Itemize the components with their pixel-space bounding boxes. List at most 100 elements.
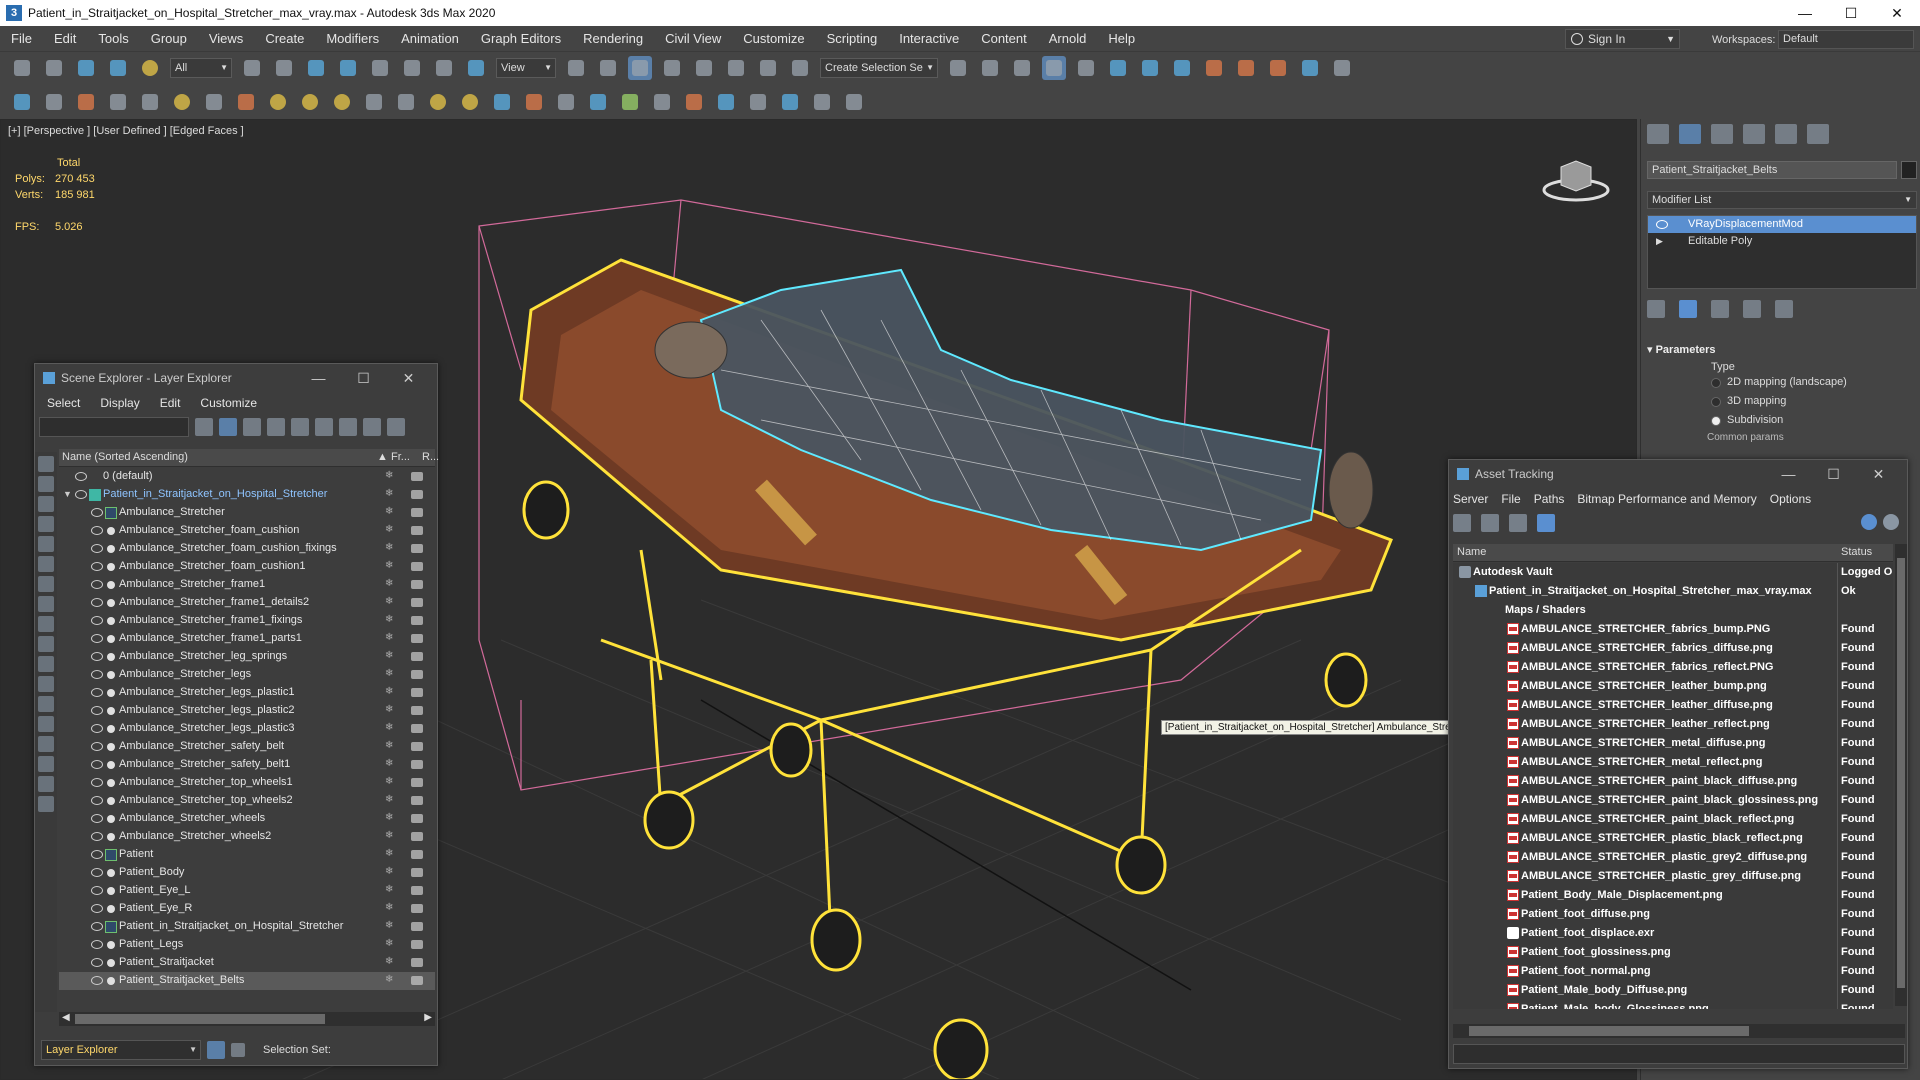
visibility-eye-icon[interactable] (91, 958, 103, 967)
maximize-button[interactable]: ☐ (1828, 0, 1874, 26)
scene-explorer-row[interactable]: Ambulance_Stretcher_top_wheels1 ❄ (59, 774, 435, 792)
scene-explorer-row[interactable]: Ambulance_Stretcher_safety_belt1 ❄ (59, 756, 435, 774)
select-by-name-icon[interactable] (272, 56, 296, 80)
asset-row[interactable]: Patient_foot_diffuse.png Found (1453, 905, 1893, 924)
scene-explorer-row[interactable]: Ambulance_Stretcher_legs_plastic1 ❄ (59, 684, 435, 702)
render-teapot-icon[interactable] (411, 832, 423, 841)
display-invert-icon[interactable] (38, 736, 54, 752)
visibility-eye-icon[interactable] (91, 778, 103, 787)
expand-arrow-icon[interactable]: ▶ (1656, 233, 1663, 250)
asset-tracking-minimize-button[interactable]: — (1766, 460, 1811, 488)
menu-scripting[interactable]: Scripting (816, 31, 889, 46)
refresh-icon[interactable] (1453, 514, 1471, 532)
display-helpers-icon[interactable] (38, 536, 54, 552)
help-icon[interactable] (1861, 514, 1877, 530)
render-teapot-icon[interactable] (411, 508, 423, 517)
asset-row[interactable]: AMBULANCE_STRETCHER_paint_black_diffuse.… (1453, 772, 1893, 791)
vray-ambient-light-icon[interactable] (234, 90, 258, 114)
visibility-eye-icon[interactable] (91, 814, 103, 823)
asset-row[interactable]: Patient_Male_body_Diffuse.png Found (1453, 981, 1893, 1000)
freeze-icon[interactable]: ❄ (385, 831, 395, 841)
thumbnail-view-icon[interactable] (1509, 514, 1527, 532)
settings-icon[interactable] (387, 418, 405, 436)
clear-search-icon[interactable] (195, 418, 213, 436)
sort-by-layer-icon[interactable] (207, 1041, 225, 1059)
freeze-icon[interactable]: ❄ (385, 957, 395, 967)
render-teapot-icon[interactable] (411, 958, 423, 967)
asset-tracking-hscrollbar[interactable] (1453, 1024, 1905, 1038)
render-teapot-icon[interactable] (411, 850, 423, 859)
collapse-arrow-icon[interactable]: ▼ (63, 489, 72, 499)
scene-explorer-search-input[interactable] (39, 417, 189, 437)
link-icon[interactable] (74, 56, 98, 80)
scene-explorer-row[interactable]: Ambulance_Stretcher_frame1 ❄ (59, 576, 435, 594)
freeze-icon[interactable]: ❄ (385, 849, 395, 859)
vray-bitmap-converter-icon[interactable] (746, 90, 770, 114)
pivot-center-icon[interactable] (564, 56, 588, 80)
visibility-eye-icon[interactable] (91, 886, 103, 895)
scene-explorer-row[interactable]: Patient ❄ (59, 846, 435, 864)
vray-scene-converter-icon[interactable] (714, 90, 738, 114)
scene-explorer-row[interactable]: Patient_in_Straitjacket_on_Hospital_Stre… (59, 918, 435, 936)
scene-explorer-row[interactable]: Ambulance_Stretcher_leg_springs ❄ (59, 648, 435, 666)
visibility-eye-icon[interactable] (75, 472, 87, 481)
vray-proxy-icon[interactable] (522, 90, 546, 114)
scene-explorer-close-button[interactable]: ✕ (386, 364, 431, 392)
mirror-icon[interactable] (946, 56, 970, 80)
keyboard-shortcut-override-icon[interactable] (628, 56, 652, 80)
display-none-icon[interactable] (38, 716, 54, 732)
rectangular-selection-icon[interactable] (304, 56, 328, 80)
scene-explorer-row[interactable]: Ambulance_Stretcher_foam_cushion1 ❄ (59, 558, 435, 576)
scene-explorer-row[interactable]: Patient_Eye_R ❄ (59, 900, 435, 918)
create-layer-icon[interactable] (267, 418, 285, 436)
lock-icon[interactable] (243, 418, 261, 436)
menu-modifiers[interactable]: Modifiers (315, 31, 390, 46)
explorer-type-select[interactable]: Layer Explorer ▼ (41, 1040, 201, 1060)
freeze-icon[interactable]: ❄ (385, 597, 395, 607)
render-teapot-icon[interactable] (411, 526, 423, 535)
visibility-eye-icon[interactable] (91, 634, 103, 643)
visibility-eye-icon[interactable] (91, 850, 103, 859)
menu-help[interactable]: Help (1097, 31, 1146, 46)
object-name-field[interactable]: Patient_Straitjacket_Belts (1647, 161, 1897, 179)
render-teapot-icon[interactable] (411, 580, 423, 589)
asset-row[interactable]: AMBULANCE_STRETCHER_paint_black_reflect.… (1453, 810, 1893, 829)
type-3d-mapping-radio[interactable]: 3D mapping (1711, 392, 1917, 411)
vray-ies-light-icon[interactable] (202, 90, 226, 114)
scene-explorer-row[interactable]: Ambulance_Stretcher ❄ (59, 504, 435, 522)
menu-rendering[interactable]: Rendering (572, 31, 654, 46)
scene-explorer-row[interactable]: 0 (default) ❄ (59, 468, 435, 486)
vray-render-icon[interactable] (106, 90, 130, 114)
redo-icon[interactable] (42, 56, 66, 80)
asset-row[interactable]: Patient_foot_normal.png Found (1453, 962, 1893, 981)
angle-snap-icon[interactable] (692, 56, 716, 80)
freeze-icon[interactable]: ❄ (385, 885, 395, 895)
visibility-eye-icon[interactable] (91, 724, 103, 733)
scene-explorer-row[interactable]: Ambulance_Stretcher_safety_belt ❄ (59, 738, 435, 756)
folder-icon[interactable] (38, 796, 54, 812)
toggle-layer-explorer-icon[interactable] (1042, 56, 1066, 80)
se-menu-customize[interactable]: Customize (200, 396, 257, 410)
freeze-icon[interactable]: ❄ (385, 507, 395, 517)
visibility-eye-icon[interactable] (91, 904, 103, 913)
asset-row[interactable]: Patient_Body_Male_Displacement.png Found (1453, 886, 1893, 905)
display-containers-icon[interactable] (38, 636, 54, 652)
minimize-button[interactable]: — (1782, 0, 1828, 26)
scene-explorer-row[interactable]: Patient_Eye_L ❄ (59, 882, 435, 900)
make-unique-icon[interactable] (1711, 300, 1729, 318)
render-in-cloud-icon[interactable] (1298, 56, 1322, 80)
vray-sphere-icon[interactable] (458, 90, 482, 114)
asset-row[interactable]: Patient_foot_glossiness.png Found (1453, 943, 1893, 962)
display-groups-icon[interactable] (38, 576, 54, 592)
visibility-eye-icon[interactable] (91, 670, 103, 679)
vray-camera-icon[interactable] (554, 90, 578, 114)
scene-explorer-row[interactable]: Ambulance_Stretcher_foam_cushion_fixings… (59, 540, 435, 558)
asset-row[interactable]: Patient_Male_body_Glossiness.png Found (1453, 1000, 1893, 1009)
visibility-eye-icon[interactable] (91, 706, 103, 715)
asset-row[interactable]: Maps / Shaders (1453, 601, 1893, 620)
freeze-icon[interactable]: ❄ (385, 543, 395, 553)
scene-explorer-row[interactable]: Ambulance_Stretcher_frame1_parts1 ❄ (59, 630, 435, 648)
freeze-icon[interactable]: ❄ (385, 471, 395, 481)
render-teapot-icon[interactable] (411, 490, 423, 499)
menu-arnold[interactable]: Arnold (1038, 31, 1098, 46)
